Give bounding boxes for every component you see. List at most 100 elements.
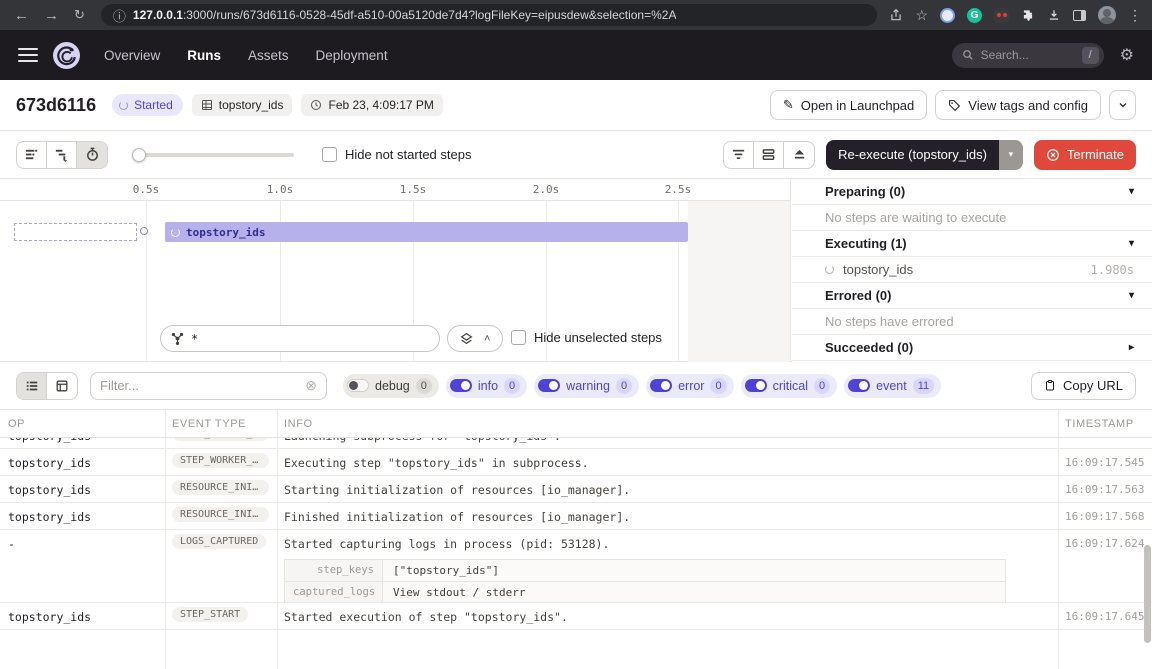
- slider-knob[interactable]: [132, 148, 146, 162]
- site-info-icon[interactable]: ⓘ: [113, 6, 126, 25]
- nav-item-runs[interactable]: Runs: [187, 48, 221, 63]
- list-view-button[interactable]: [17, 373, 47, 399]
- run-more-actions-button[interactable]: [1109, 90, 1136, 120]
- global-search[interactable]: Search... /: [952, 43, 1104, 68]
- search-icon: [962, 49, 974, 61]
- metadata-value[interactable]: View stdout / stderr: [383, 582, 1005, 603]
- reexecute-button[interactable]: Re-execute (topstory_ids) ▾: [826, 140, 1023, 170]
- hide-unselected-checkbox[interactable]: [511, 330, 526, 345]
- settings-gear-icon[interactable]: ⚙: [1120, 45, 1134, 65]
- log-info-cell: Started execution of step "topstory_ids"…: [284, 610, 1046, 624]
- share-icon[interactable]: [889, 8, 903, 22]
- search-placeholder: Search...: [981, 48, 1075, 62]
- log-filter-input-wrap: ⊗: [90, 372, 327, 400]
- toggle-switch[interactable]: [745, 379, 767, 392]
- copy-url-button[interactable]: Copy URL: [1031, 372, 1136, 400]
- toggle-switch[interactable]: [347, 379, 369, 392]
- filter-funnel-button[interactable]: [724, 142, 754, 168]
- hamburger-menu-icon[interactable]: [18, 44, 38, 66]
- level-chip-warning[interactable]: warning0: [534, 374, 639, 398]
- level-chip-debug[interactable]: debug0: [343, 374, 439, 398]
- log-event-type-cell: STEP_WORKER_STARTED: [172, 453, 269, 473]
- gantt-timed-mode-button[interactable]: [77, 142, 107, 168]
- log-info-cell: Launching subprocess for "topstory_ids".: [284, 438, 1046, 443]
- tag-icon: [948, 99, 961, 112]
- timeline-tick: 1.0s: [267, 183, 294, 196]
- level-chip-event[interactable]: event11: [844, 374, 941, 398]
- nav-item-overview[interactable]: Overview: [104, 48, 160, 63]
- extension-eyes-icon[interactable]: [994, 8, 1009, 23]
- log-row[interactable]: topstory_idsRESOURCE_INIT_STARTEDStartin…: [0, 476, 1152, 503]
- hide-not-started-checkbox[interactable]: [322, 147, 337, 162]
- log-timestamp-cell: 16:09:17.624: [1065, 537, 1144, 550]
- log-row[interactable]: topstory_idsSTEP_STARTStarted execution …: [0, 603, 1152, 630]
- caret-down-icon: ▾: [1129, 186, 1134, 197]
- toggle-switch[interactable]: [450, 379, 472, 392]
- nav-items: Overview Runs Assets Deployment: [104, 48, 388, 63]
- grid-icon: [201, 99, 213, 111]
- toggle-switch[interactable]: [650, 379, 672, 392]
- back-icon[interactable]: ←: [14, 7, 29, 24]
- gantt-waterfall-mode-button[interactable]: [47, 142, 77, 168]
- level-chip-info[interactable]: info0: [446, 374, 527, 398]
- forward-icon[interactable]: →: [44, 7, 59, 24]
- download-icon[interactable]: [1047, 8, 1061, 22]
- clear-filter-icon[interactable]: ⊗: [305, 377, 317, 394]
- level-chip-critical[interactable]: critical0: [741, 374, 838, 398]
- log-row[interactable]: topstory_idsSTEP_WORKER_STARTINGLaunchin…: [0, 438, 1152, 449]
- reexecute-caret[interactable]: ▾: [999, 140, 1023, 170]
- toggle-switch[interactable]: [848, 379, 870, 392]
- log-op-cell: topstory_ids: [8, 510, 91, 524]
- log-event-type-cell: STEP_WORKER_STARTING: [172, 438, 269, 446]
- section-title: Preparing (0): [825, 184, 905, 199]
- gantt-flat-mode-button[interactable]: [17, 142, 47, 168]
- extension-clock-icon[interactable]: [940, 8, 955, 23]
- nav-item-assets[interactable]: Assets: [248, 48, 289, 63]
- bookmark-star-icon[interactable]: ☆: [915, 7, 928, 24]
- step-duration: 1.980s: [1091, 263, 1134, 277]
- step-section-header[interactable]: Preparing (0) ▾: [792, 179, 1152, 205]
- step-section-header[interactable]: Executing (1)▾: [792, 231, 1152, 257]
- run-main-area: 0.5s1.0s1.5s2.0s2.5s topstory_ids ˄ Hide…: [0, 178, 1152, 362]
- grammarly-icon[interactable]: G: [967, 8, 982, 23]
- side-panel-icon[interactable]: [1073, 10, 1086, 21]
- puzzle-extensions-icon[interactable]: [1021, 8, 1035, 22]
- address-bar[interactable]: ⓘ 127.0.0.1:3000/runs/673d6116-0528-45df…: [101, 4, 878, 26]
- toggle-switch[interactable]: [538, 379, 560, 392]
- gantt-step-bar[interactable]: topstory_ids: [165, 222, 688, 242]
- log-table-header: OP EVENT TYPE INFO TIMESTAMP: [0, 410, 1152, 438]
- eject-top-button[interactable]: [784, 142, 814, 168]
- log-row[interactable]: topstory_idsRESOURCE_INIT_SUCCESSFinishe…: [0, 503, 1152, 530]
- executing-step-row[interactable]: topstory_ids1.980s: [792, 257, 1152, 283]
- graph-query-toggle[interactable]: ˄: [447, 325, 503, 352]
- level-count-badge: 0: [416, 378, 432, 394]
- gantt-zoom-slider[interactable]: [134, 153, 294, 157]
- structured-view-button[interactable]: [47, 373, 77, 399]
- log-scrollbar[interactable]: [1144, 545, 1151, 643]
- gantt-timeline: 0.5s1.0s1.5s2.0s2.5s: [0, 179, 790, 201]
- log-row[interactable]: -LOGS_CAPTUREDStarted capturing logs in …: [0, 530, 1152, 603]
- selection-query-input[interactable]: [191, 332, 391, 346]
- nav-item-deployment[interactable]: Deployment: [316, 48, 388, 63]
- view-tags-config-button[interactable]: View tags and config: [935, 90, 1101, 120]
- step-selection-input[interactable]: [160, 325, 440, 352]
- metadata-row: captured_logsView stdout / stderr: [285, 581, 1005, 603]
- rows-view-button[interactable]: [754, 142, 784, 168]
- step-section-header[interactable]: Succeeded (0)▸: [792, 335, 1152, 361]
- step-section-header[interactable]: Errored (0)▾: [792, 283, 1152, 309]
- step-tag[interactable]: topstory_ids: [192, 94, 293, 116]
- dagster-logo[interactable]: [53, 42, 80, 69]
- run-id-title: 673d6116: [16, 95, 96, 116]
- profile-avatar[interactable]: [1098, 6, 1116, 24]
- level-chip-error[interactable]: error0: [646, 374, 734, 398]
- run-timestamp[interactable]: Feb 23, 4:09:17 PM: [301, 94, 442, 116]
- log-row[interactable]: topstory_idsSTEP_WORKER_STARTEDExecuting…: [0, 449, 1152, 476]
- log-event-type-cell: STEP_START: [172, 607, 248, 627]
- log-filter-input[interactable]: [100, 378, 305, 393]
- reload-icon[interactable]: ↻: [74, 7, 85, 23]
- log-metadata-table: step_keys["topstory_ids"]captured_logsVi…: [284, 559, 1006, 603]
- open-in-launchpad-button[interactable]: ✎ Open in Launchpad: [770, 90, 927, 120]
- terminate-button[interactable]: Terminate: [1034, 140, 1136, 170]
- gantt-connector-dot: [140, 227, 148, 235]
- browser-menu-icon[interactable]: ⋮: [1128, 7, 1142, 24]
